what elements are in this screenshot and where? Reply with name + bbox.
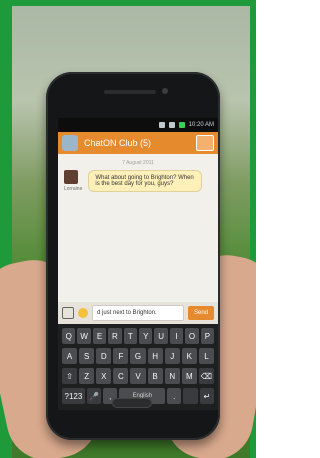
key-d[interactable]: D (96, 348, 112, 364)
signal-icon (168, 122, 175, 128)
front-camera (162, 88, 168, 94)
chat-menu-button[interactable] (196, 135, 214, 151)
key-c[interactable]: C (113, 368, 129, 384)
key-s[interactable]: S (79, 348, 95, 364)
home-button[interactable] (112, 398, 152, 408)
keyboard-row-1: Q W E R T Y U I O P (62, 328, 215, 344)
send-button[interactable]: Send (188, 306, 214, 320)
attach-icon[interactable] (62, 307, 74, 319)
wifi-icon (158, 122, 165, 128)
key-e[interactable]: E (92, 328, 107, 344)
key-f[interactable]: F (113, 348, 129, 364)
key-l[interactable]: L (198, 348, 214, 364)
group-avatar (62, 135, 78, 151)
battery-icon (178, 122, 185, 128)
key-j[interactable]: J (164, 348, 180, 364)
photo-scene: 10:20 AM ChatON Club (5) 7 August 2011 L… (0, 0, 256, 458)
key-n[interactable]: N (164, 368, 180, 384)
key-t[interactable]: T (123, 328, 138, 344)
key-k[interactable]: K (181, 348, 197, 364)
phone-speaker (104, 90, 156, 94)
phone-screen: 10:20 AM ChatON Club (5) 7 August 2011 L… (58, 118, 218, 410)
message-item: Lorraine What about going to Brighton? W… (58, 166, 218, 196)
key-y[interactable]: Y (139, 328, 153, 344)
keyboard-row-3: ⇧ Z X C V B N M ⌫ (62, 368, 214, 384)
key-o[interactable]: O (185, 328, 199, 344)
top-green-frame (0, 0, 256, 6)
status-bar: 10:20 AM (58, 118, 218, 132)
chat-title: ChatON Club (5) (84, 138, 152, 148)
key-z[interactable]: Z (79, 368, 95, 384)
shift-key[interactable]: ⇧ (62, 368, 78, 384)
key-a[interactable]: A (62, 348, 78, 364)
period-key[interactable]: . (167, 388, 182, 404)
sender-avatar (64, 170, 78, 184)
key-w[interactable]: W (77, 328, 91, 344)
key-b[interactable]: B (147, 368, 163, 384)
status-time: 10:20 AM (188, 122, 214, 128)
numbers-key[interactable]: ?123 (62, 388, 85, 404)
key-q[interactable]: Q (62, 328, 76, 344)
message-bubble: What about going to Brighton? When is th… (88, 170, 203, 192)
enter-key[interactable]: ↵ (199, 388, 214, 404)
key-p[interactable]: P (200, 328, 215, 344)
mic-key[interactable]: 🎤 (86, 388, 102, 404)
key-u[interactable]: U (154, 328, 168, 344)
key-x[interactable]: X (96, 368, 112, 384)
backspace-key[interactable]: ⌫ (198, 368, 214, 384)
key-h[interactable]: H (147, 348, 163, 364)
key-i[interactable]: I (169, 328, 184, 344)
settings-key[interactable] (183, 388, 198, 404)
chat-header: ChatON Club (5) (58, 132, 218, 154)
message-composer: d just next to Brighton. Send (58, 302, 218, 324)
key-g[interactable]: G (130, 348, 146, 364)
emoji-icon[interactable] (78, 308, 88, 318)
sender-name: Lorraine (64, 186, 83, 192)
message-input[interactable]: d just next to Brighton. (92, 305, 184, 321)
keyboard-row-2: A S D F G H J K L (62, 348, 214, 364)
key-m[interactable]: M (181, 368, 197, 384)
message-avatar-wrap: Lorraine (64, 170, 82, 192)
key-r[interactable]: R (108, 328, 122, 344)
key-v[interactable]: V (130, 368, 146, 384)
